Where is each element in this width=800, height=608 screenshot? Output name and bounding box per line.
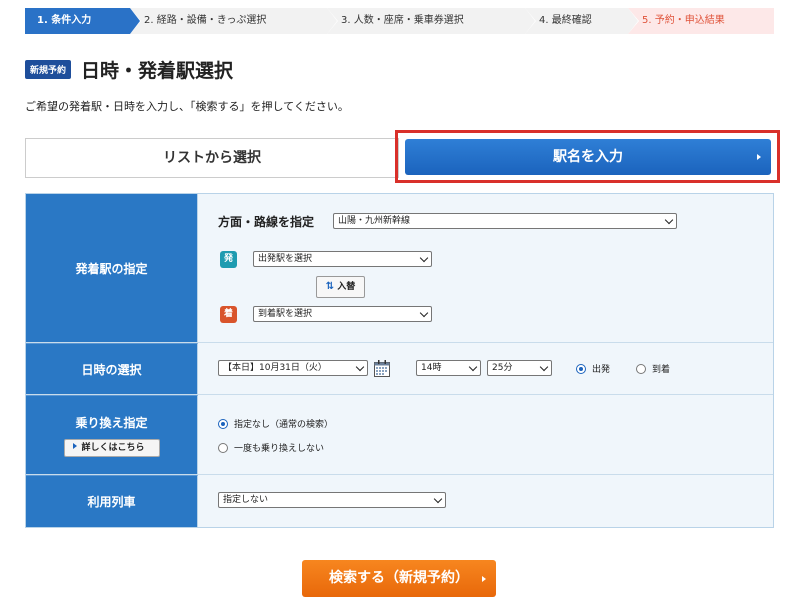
step-5: 5. 予約・申込結果 bbox=[628, 8, 774, 34]
departure-station-select[interactable]: 出発駅を選択 bbox=[253, 251, 432, 267]
step-label: 1. 条件入力 bbox=[37, 15, 92, 26]
step-label: 3. 人数・座席・乗車券選択 bbox=[341, 15, 464, 26]
station-row-content: 方面・路線を指定 山陽・九州新幹線 発 出発駅を選択 ⇅ 入替 着 到着駅を選択 bbox=[198, 194, 773, 342]
station-row-label: 発着駅の指定 bbox=[26, 194, 198, 342]
chevron-right-icon bbox=[757, 154, 761, 160]
radio-selected-indicator bbox=[218, 418, 228, 429]
minute-select-value: 25分 bbox=[492, 363, 513, 373]
hour-select[interactable]: 14時 bbox=[416, 360, 481, 376]
date-select-value: 【本日】10月31日（火） bbox=[223, 363, 327, 373]
date-select[interactable]: 【本日】10月31日（火） bbox=[218, 360, 368, 376]
swap-stations-button[interactable]: ⇅ 入替 bbox=[316, 276, 365, 298]
departure-select-value: 出発駅を選択 bbox=[258, 254, 313, 264]
page-title: 日時・発着駅選択 bbox=[81, 60, 234, 82]
chevron-down-icon bbox=[664, 215, 674, 225]
select-from-list-button[interactable]: リストから選択 bbox=[25, 138, 399, 178]
arrive-radio[interactable]: 到着 bbox=[636, 362, 670, 375]
train-select-value: 指定しない bbox=[223, 495, 269, 505]
minute-select[interactable]: 25分 bbox=[487, 360, 552, 376]
arrival-select-value: 到着駅を選択 bbox=[258, 309, 313, 319]
transfer-default-label: 指定なし（通常の検索） bbox=[234, 420, 334, 430]
datetime-row-content: 【本日】10月31日（火） 14時 25分 出発 到着 bbox=[198, 343, 773, 394]
train-row-label: 利用列車 bbox=[26, 475, 198, 527]
departure-tag: 発 bbox=[220, 251, 237, 268]
row-label-text: 発着駅の指定 bbox=[75, 261, 148, 276]
calendar-icon[interactable] bbox=[374, 360, 390, 377]
arrival-station-select[interactable]: 到着駅を選択 bbox=[253, 306, 432, 322]
train-row: 利用列車 指定しない bbox=[26, 475, 773, 527]
page-description: ご希望の発着駅・日時を入力し、「検索する」を押してください。 bbox=[25, 100, 349, 113]
datetime-row: 日時の選択 【本日】10月31日（火） 14時 25分 出発 到着 bbox=[26, 343, 773, 395]
direction-label: 方面・路線を指定 bbox=[218, 215, 315, 229]
chevron-right-icon bbox=[482, 576, 486, 582]
no-transfer-radio[interactable]: 一度も乗り換えしない bbox=[218, 441, 324, 454]
hour-select-value: 14時 bbox=[421, 363, 442, 373]
radio-indicator bbox=[218, 442, 228, 453]
chevron-down-icon bbox=[355, 362, 365, 372]
chevron-down-icon bbox=[419, 308, 429, 318]
no-transfer-label: 一度も乗り換えしない bbox=[234, 444, 325, 454]
chevron-down-icon bbox=[433, 494, 443, 504]
search-button[interactable]: 検索する（新規予約） bbox=[302, 560, 496, 597]
train-row-content: 指定しない bbox=[198, 475, 773, 527]
row-label-text: 日時の選択 bbox=[81, 362, 142, 377]
swap-label: 入替 bbox=[337, 282, 356, 292]
step-label: 5. 予約・申込結果 bbox=[642, 15, 725, 26]
enter-station-name-label: 駅名を入力 bbox=[553, 149, 623, 165]
step-4: 4. 最終確認 bbox=[525, 8, 639, 34]
title-row: 新規予約 日時・発着駅選択 bbox=[25, 56, 233, 83]
progress-steps: 1. 条件入力 2. 経路・設備・きっぷ選択 3. 人数・座席・乗車券選択 4.… bbox=[25, 8, 774, 34]
transfer-row: 乗り換え指定 詳しくはこちら 指定なし（通常の検索） 一度も乗り換えしない bbox=[26, 395, 773, 475]
arrival-tag: 着 bbox=[220, 306, 237, 323]
chevron-down-icon bbox=[539, 362, 549, 372]
search-button-label: 検索する（新規予約） bbox=[329, 570, 469, 586]
transfer-details-button[interactable]: 詳しくはこちら bbox=[63, 438, 160, 457]
row-label-text: 乗り換え指定 bbox=[75, 415, 148, 430]
chevron-right-icon bbox=[72, 442, 77, 449]
transfer-row-label: 乗り換え指定 詳しくはこちら bbox=[26, 395, 198, 474]
swap-icon: ⇅ bbox=[325, 281, 335, 292]
step-2: 2. 経路・設備・きっぷ選択 bbox=[130, 8, 338, 34]
arrive-radio-label: 到着 bbox=[652, 365, 671, 375]
datetime-row-label: 日時の選択 bbox=[26, 343, 198, 394]
chevron-down-icon bbox=[419, 253, 429, 263]
direction-select-value: 山陽・九州新幹線 bbox=[338, 216, 411, 226]
step-3: 3. 人数・座席・乗車券選択 bbox=[327, 8, 536, 34]
train-select[interactable]: 指定しない bbox=[218, 492, 446, 508]
chevron-down-icon bbox=[468, 362, 478, 372]
depart-radio[interactable]: 出発 bbox=[576, 362, 610, 375]
new-reservation-badge: 新規予約 bbox=[25, 60, 72, 79]
enter-station-name-button[interactable]: 駅名を入力 bbox=[405, 139, 771, 175]
transfer-default-radio[interactable]: 指定なし（通常の検索） bbox=[218, 417, 333, 430]
transfer-row-content: 指定なし（通常の検索） 一度も乗り換えしない bbox=[198, 395, 773, 474]
station-row: 発着駅の指定 方面・路線を指定 山陽・九州新幹線 発 出発駅を選択 ⇅ 入替 着… bbox=[26, 194, 773, 343]
radio-indicator bbox=[636, 363, 646, 374]
direction-select[interactable]: 山陽・九州新幹線 bbox=[333, 213, 677, 229]
depart-radio-label: 出発 bbox=[592, 365, 611, 375]
details-label: 詳しくはこちら bbox=[81, 442, 145, 453]
row-label-text: 利用列車 bbox=[87, 495, 136, 509]
search-form: 発着駅の指定 方面・路線を指定 山陽・九州新幹線 発 出発駅を選択 ⇅ 入替 着… bbox=[25, 193, 774, 528]
step-label: 4. 最終確認 bbox=[539, 15, 592, 26]
radio-selected-indicator bbox=[576, 363, 586, 374]
step-1: 1. 条件入力 bbox=[25, 8, 141, 34]
step-label: 2. 経路・設備・きっぷ選択 bbox=[144, 15, 267, 26]
